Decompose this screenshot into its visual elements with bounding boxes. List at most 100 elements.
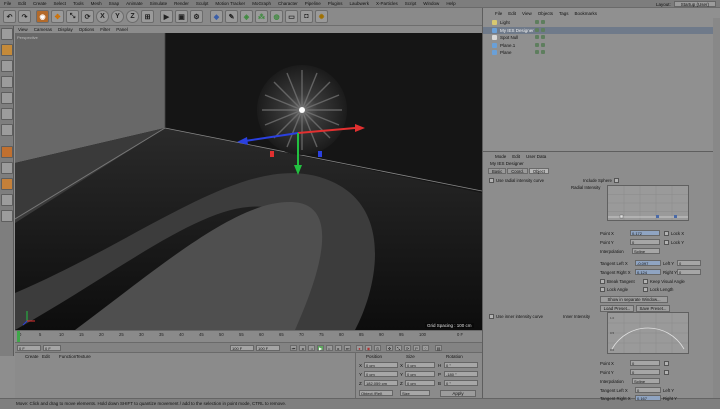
keep-visual-angle-checkbox[interactable] bbox=[643, 279, 648, 284]
menu-item-render[interactable]: Render bbox=[174, 1, 189, 6]
live-select-icon[interactable]: ◉ bbox=[36, 10, 49, 23]
right-y-field[interactable]: 0 bbox=[677, 269, 701, 275]
menu-item-help[interactable]: Help bbox=[446, 1, 455, 6]
show-in-separate-window-button[interactable]: Show in separate Window... bbox=[600, 296, 668, 303]
render-view-icon[interactable]: ▶ bbox=[160, 10, 173, 23]
previous-key-icon[interactable]: ◂ bbox=[299, 345, 306, 351]
object-menu-file[interactable]: File bbox=[495, 11, 502, 16]
rotation-p-field[interactable]: -180 ° bbox=[444, 371, 478, 377]
viewport-menu-panel[interactable]: Panel bbox=[116, 27, 128, 32]
menu-item-laubwerk[interactable]: Laubwerk bbox=[350, 1, 370, 6]
snap-icon[interactable] bbox=[1, 178, 13, 190]
apply-button[interactable]: Apply bbox=[440, 390, 476, 397]
workplane-icon[interactable] bbox=[1, 76, 13, 88]
object-row-plane[interactable]: Plane bbox=[483, 49, 720, 56]
go-to-start-icon[interactable]: ⏮ bbox=[290, 345, 297, 351]
lock-y2-checkbox[interactable] bbox=[664, 370, 669, 375]
rotate-icon[interactable]: ⟳ bbox=[81, 10, 94, 23]
material-menu-texture[interactable]: Texture bbox=[76, 354, 91, 359]
object-menu-edit[interactable]: Edit bbox=[508, 11, 516, 16]
timeline-playhead[interactable] bbox=[17, 331, 20, 342]
locked-workplane-icon[interactable] bbox=[1, 194, 13, 206]
current-frame-field[interactable]: 0 F bbox=[43, 345, 61, 351]
menu-item-mesh[interactable]: Mesh bbox=[91, 1, 102, 6]
parameter-key-icon[interactable]: P bbox=[413, 345, 420, 351]
lock-x-checkbox[interactable] bbox=[664, 231, 669, 236]
object-menu-tags[interactable]: Tags bbox=[559, 11, 569, 16]
make-editable-icon[interactable] bbox=[1, 28, 13, 40]
record-icon[interactable]: ● bbox=[356, 345, 363, 351]
attribute-menu-edit[interactable]: Edit bbox=[512, 154, 520, 159]
tab-object[interactable]: Object bbox=[528, 168, 549, 174]
enable-axis-icon[interactable] bbox=[1, 146, 13, 158]
camera-icon[interactable]: ◘ bbox=[300, 10, 313, 23]
model-mode-icon[interactable] bbox=[1, 44, 13, 56]
texture-mode-icon[interactable] bbox=[1, 60, 13, 72]
menu-item-window[interactable]: Window bbox=[423, 1, 439, 6]
object-menu-objects[interactable]: Objects bbox=[538, 11, 553, 16]
visibility-flags[interactable] bbox=[535, 35, 545, 39]
menu-item-script[interactable]: Script bbox=[405, 1, 417, 6]
inner-intensity-curve-graph[interactable]: 1.0 0.5 0.0 bbox=[607, 312, 689, 354]
array-icon[interactable]: ⁂ bbox=[255, 10, 268, 23]
size-mode-select[interactable]: Size bbox=[400, 390, 430, 396]
menu-item-motion-tracker[interactable]: Motion Tracker bbox=[215, 1, 245, 6]
tangent-left-x-field[interactable]: -0.097 bbox=[635, 260, 661, 266]
menu-item-simulate[interactable]: Simulate bbox=[150, 1, 168, 6]
tangent-right-x-field[interactable]: 0.124 bbox=[635, 269, 661, 275]
lock-angle-checkbox[interactable] bbox=[600, 287, 605, 292]
render-picture-viewer-icon[interactable]: ▣ bbox=[175, 10, 188, 23]
position-x-field[interactable]: 0 cm bbox=[364, 362, 398, 368]
menu-item-x-particles[interactable]: X-Particles bbox=[376, 1, 398, 6]
position-key-icon[interactable]: ✥ bbox=[386, 345, 393, 351]
coordinate-mode-select[interactable]: Object (Rel) bbox=[359, 390, 393, 396]
go-to-end-icon[interactable]: ⏭ bbox=[344, 345, 351, 351]
tangent-right-x2-field[interactable]: 0.167 bbox=[635, 395, 661, 401]
attribute-menu-user-data[interactable]: User Data bbox=[526, 154, 546, 159]
tangent-left-x2-field[interactable]: 0 bbox=[635, 387, 661, 393]
autokey-icon[interactable]: ◉ bbox=[365, 345, 372, 351]
menu-item-select[interactable]: Select bbox=[54, 1, 67, 6]
move-icon[interactable]: ✥ bbox=[51, 10, 64, 23]
size-x-field[interactable]: 0 cm bbox=[405, 362, 435, 368]
use-inner-checkbox[interactable] bbox=[489, 314, 494, 319]
timeline-options-icon[interactable]: ▤ bbox=[435, 345, 442, 351]
menu-item-sculpt[interactable]: Sculpt bbox=[196, 1, 209, 6]
rotation-key-icon[interactable]: ⟳ bbox=[404, 345, 411, 351]
tab-coord[interactable]: Coord. bbox=[507, 168, 528, 174]
point-y2-field[interactable]: 0 bbox=[630, 369, 660, 375]
point-y-field[interactable]: 0 bbox=[630, 239, 660, 245]
points-mode-icon[interactable] bbox=[1, 92, 13, 104]
menu-item-file[interactable]: File bbox=[4, 1, 11, 6]
floor-icon[interactable]: ▭ bbox=[285, 10, 298, 23]
point-x2-field[interactable]: 0 bbox=[630, 360, 660, 366]
preview-end-frame-field[interactable]: 100 F bbox=[256, 345, 280, 351]
menu-item-create[interactable]: Create bbox=[33, 1, 47, 6]
x-axis-icon[interactable]: X bbox=[96, 10, 109, 23]
coordinate-system-icon[interactable]: ⊞ bbox=[141, 10, 154, 23]
subdivision-icon[interactable]: ◈ bbox=[240, 10, 253, 23]
load-preset-button[interactable]: Load Preset... bbox=[600, 305, 634, 312]
end-frame-field[interactable]: 100 F bbox=[230, 345, 254, 351]
redo-icon[interactable]: ↷ bbox=[18, 10, 31, 23]
edges-mode-icon[interactable] bbox=[1, 108, 13, 120]
layout-selector[interactable]: Layout: Startup (User) bbox=[656, 1, 716, 7]
visibility-flags[interactable] bbox=[535, 50, 545, 54]
keyframe-selection-icon[interactable]: ⊙ bbox=[374, 345, 381, 351]
attribute-menu-mode[interactable]: Mode bbox=[495, 154, 506, 159]
3d-viewport[interactable] bbox=[15, 33, 482, 330]
menu-item-character[interactable]: Character bbox=[278, 1, 298, 6]
material-menu-edit[interactable]: Edit bbox=[42, 354, 50, 359]
menu-item-pipeline[interactable]: Pipeline bbox=[305, 1, 321, 6]
right-scrollbar[interactable] bbox=[713, 18, 720, 398]
start-frame-field[interactable]: 0 F bbox=[17, 345, 41, 351]
tab-basic[interactable]: Basic bbox=[488, 168, 507, 174]
save-preset-button[interactable]: Save Preset... bbox=[636, 305, 670, 312]
size-z-field[interactable]: 0 cm bbox=[405, 380, 435, 386]
tweak-mode-icon[interactable] bbox=[1, 162, 13, 174]
visibility-flags[interactable] bbox=[535, 42, 545, 47]
material-manager[interactable]: Create Edit Function Texture bbox=[15, 352, 355, 398]
object-row-light[interactable]: Light bbox=[483, 19, 720, 26]
y-axis-icon[interactable]: Y bbox=[111, 10, 124, 23]
menu-item-edit[interactable]: Edit bbox=[18, 1, 26, 6]
